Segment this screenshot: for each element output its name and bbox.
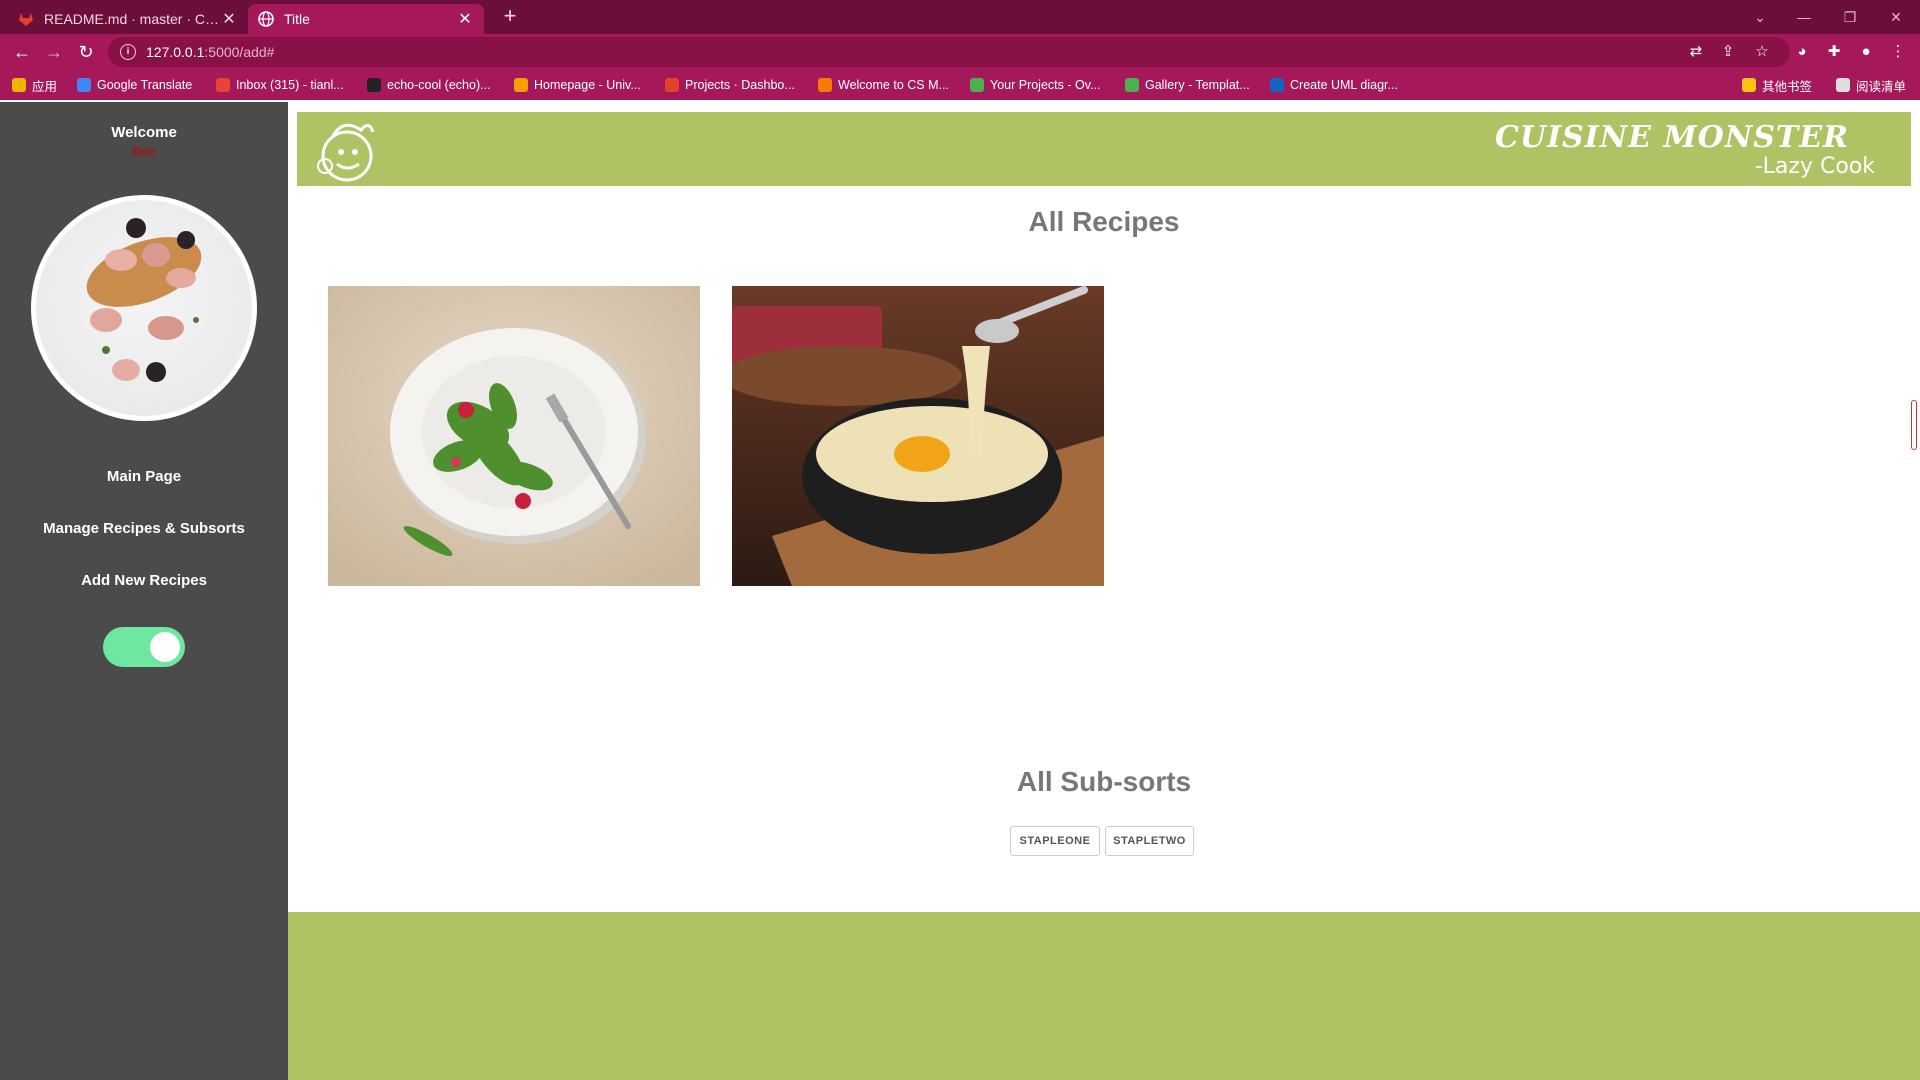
url-text[interactable]: 127.0.0.1:5000/add# — [146, 44, 274, 60]
extension-color-icon[interactable]: ◕ — [1792, 42, 1812, 62]
welcome-text: Welcome — [111, 124, 177, 141]
reload-icon[interactable]: ↻ — [74, 40, 98, 64]
username: Ron — [132, 144, 156, 159]
bookmarks-bar: 应用 Google Translate Inbox (315) - tianl.… — [0, 70, 1920, 100]
url-host: 127.0.0.1 — [146, 44, 205, 60]
bookmark-echo-cool[interactable]: echo-cool (echo)... — [367, 75, 491, 95]
university-icon — [514, 78, 528, 92]
translate-icon — [77, 78, 91, 92]
overleaf-icon — [1125, 78, 1139, 92]
bookmark-star-icon[interactable]: ☆ — [1752, 42, 1772, 62]
dark-mode-toggle[interactable] — [103, 627, 185, 667]
bookmark-label: Inbox (315) - tianl... — [236, 78, 344, 92]
site-icon — [818, 78, 832, 92]
brand-tagline: -Lazy Cook — [1754, 154, 1875, 179]
address-bar[interactable]: i 127.0.0.1:5000/add# — [108, 37, 1790, 67]
gmail-icon — [216, 78, 230, 92]
browser-toolbar: ← → ↻ i 127.0.0.1:5000/add# ⇄ ⇪ ☆ ◕ ✚ ● … — [0, 34, 1920, 70]
bookmark-apps[interactable]: 应用 — [12, 75, 57, 95]
recipe-card-salad[interactable] — [328, 286, 700, 586]
tab-title-page[interactable]: Title ✕ — [248, 4, 484, 34]
bookmark-label: Create UML diagr... — [1290, 78, 1398, 92]
uml-icon — [1270, 78, 1284, 92]
site-info-icon[interactable]: i — [120, 44, 136, 60]
gitlab-fox-icon — [665, 78, 679, 92]
minimize-icon[interactable]: — — [1786, 4, 1822, 30]
brand-name: Cuisine Monster — [1494, 120, 1849, 155]
salad-plate-image — [328, 286, 700, 586]
bacon-wrapped-appetizer-image — [86, 218, 202, 382]
tab-title: Title — [284, 11, 310, 27]
monster-chef-logo-icon — [317, 123, 375, 182]
forward-icon[interactable]: → — [42, 40, 66, 64]
github-icon — [367, 78, 381, 92]
all-subsorts-title: All Sub-sorts — [1016, 766, 1192, 797]
puzzle-extensions-icon[interactable]: ✚ — [1824, 42, 1844, 62]
folder-icon — [1742, 78, 1756, 92]
url-path: :5000/add# — [204, 44, 275, 60]
share-icon[interactable]: ⇪ — [1718, 42, 1738, 62]
bookmark-label: Welcome to CS M... — [838, 78, 949, 92]
bookmark-label: 阅读清单 — [1856, 79, 1907, 94]
bookmark-homepage[interactable]: Homepage - Univ... — [514, 75, 641, 95]
bookmark-welcome-cs[interactable]: Welcome to CS M... — [818, 75, 949, 95]
bookmark-reading-list[interactable]: 阅读清单 — [1836, 75, 1906, 95]
avatar — [31, 195, 257, 421]
page-footer — [288, 912, 1920, 1080]
browser-tab-bar: README.md · master · COMP3 ✕ Title ✕ + ⌄… — [0, 0, 1920, 34]
bookmark-label: Your Projects - Ov... — [990, 78, 1101, 92]
sidebar-item-add-new-recipes[interactable]: Add New Recipes — [0, 572, 288, 589]
more-menu-icon[interactable]: ⋮ — [1888, 42, 1908, 62]
recipe-card-cheese-egg-bowl[interactable] — [732, 286, 1104, 586]
all-recipes-title: All Recipes — [1028, 206, 1180, 237]
toggle-knob — [150, 632, 180, 662]
reading-list-icon — [1836, 78, 1850, 92]
bookmark-label: Google Translate — [97, 78, 193, 92]
subsort-tag[interactable]: STAPLETWO — [1105, 826, 1194, 856]
bookmark-google-translate[interactable]: Google Translate — [77, 75, 192, 95]
close-tab-icon[interactable]: ✕ — [456, 9, 474, 29]
bookmark-label: Homepage - Univ... — [534, 78, 641, 92]
sidebar-item-main-page[interactable]: Main Page — [0, 468, 288, 485]
bookmark-gallery[interactable]: Gallery - Templat... — [1125, 75, 1250, 95]
overleaf-icon — [970, 78, 984, 92]
cheese-egg-bowl-image — [732, 286, 1104, 586]
sidebar: Welcome Ron Main Page Manage Recipes & S… — [0, 102, 288, 1080]
restore-icon[interactable]: ❐ — [1832, 4, 1868, 30]
scrollbar-thumb[interactable] — [1911, 400, 1917, 450]
bookmark-other[interactable]: 其他书签 — [1742, 75, 1812, 95]
profile-avatar-icon[interactable]: ● — [1856, 42, 1876, 62]
close-window-icon[interactable]: ✕ — [1878, 4, 1914, 30]
new-tab-button[interactable]: + — [498, 5, 522, 29]
back-icon[interactable]: ← — [10, 40, 34, 64]
bookmark-your-projects[interactable]: Your Projects - Ov... — [970, 75, 1100, 95]
bookmark-inbox[interactable]: Inbox (315) - tianl... — [216, 75, 344, 95]
gitlab-fox-icon — [18, 11, 34, 27]
bookmark-create-uml[interactable]: Create UML diagr... — [1270, 75, 1398, 95]
bookmark-label: echo-cool (echo)... — [387, 78, 491, 92]
bookmark-label: 其他书签 — [1762, 79, 1813, 94]
sidebar-item-manage-recipes[interactable]: Manage Recipes & Subsorts — [0, 520, 288, 537]
globe-icon — [258, 11, 274, 27]
tab-readme[interactable]: README.md · master · COMP3 ✕ — [8, 4, 248, 34]
apps-grid-icon — [12, 78, 26, 92]
close-tab-icon[interactable]: ✕ — [220, 9, 238, 29]
site-header: Cuisine Monster -Lazy Cook — [297, 112, 1911, 186]
bookmark-label: Projects · Dashbo... — [685, 78, 795, 92]
subsort-tag[interactable]: STAPLEONE — [1010, 826, 1100, 856]
tab-search-icon[interactable]: ⌄ — [1742, 4, 1778, 30]
bookmark-label: Gallery - Templat... — [1145, 78, 1250, 92]
bookmark-label: 应用 — [32, 79, 58, 94]
tab-title: README.md · master · COMP3 — [44, 11, 220, 27]
translate-icon[interactable]: ⇄ — [1686, 42, 1706, 62]
bookmark-projects[interactable]: Projects · Dashbo... — [665, 75, 795, 95]
